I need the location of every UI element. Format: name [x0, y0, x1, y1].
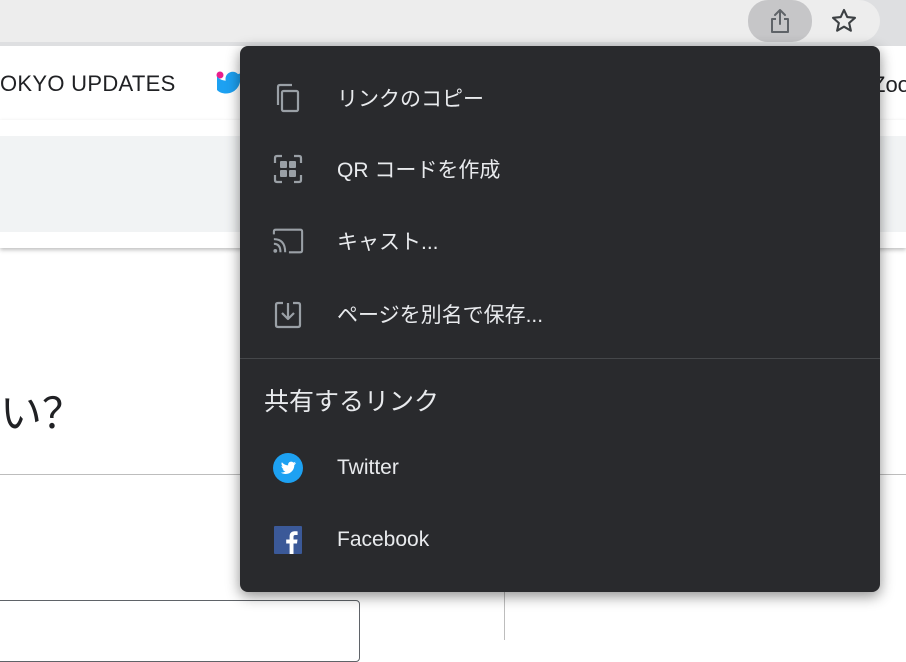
share-section-title: 共有するリンク — [264, 388, 440, 416]
share-target-twitter[interactable]: Twitter — [240, 432, 880, 504]
share-target-facebook[interactable]: Facebook — [240, 504, 880, 576]
menu-item-create-qr[interactable]: QR コードを作成 — [240, 133, 880, 205]
share-target-label: Twitter — [337, 456, 399, 479]
text-input[interactable] — [0, 600, 360, 662]
bookmark-link[interactable]: OKYO UPDATES — [0, 71, 176, 97]
menu-item-label: リンクのコピー — [337, 88, 484, 111]
menu-item-label: キャスト... — [337, 231, 439, 254]
menu-item-label: ページを別名で保存... — [337, 304, 544, 327]
share-icon — [771, 9, 789, 33]
save-page-icon — [272, 298, 304, 330]
twitter-icon — [272, 452, 304, 484]
menu-item-copy-link[interactable]: リンクのコピー — [240, 62, 880, 134]
page-heading: い？ — [0, 390, 85, 437]
menu-item-label: QR コードを作成 — [337, 159, 501, 182]
share-target-label: Facebook — [337, 528, 430, 551]
star-icon — [831, 8, 857, 32]
copy-icon — [272, 82, 304, 114]
browser-toolbar — [0, 0, 906, 46]
facebook-icon — [272, 524, 304, 556]
menu-item-save-page-as[interactable]: ページを別名で保存... — [240, 278, 880, 350]
cast-icon — [272, 225, 304, 257]
menu-separator — [240, 358, 880, 359]
menu-item-cast[interactable]: キャスト... — [240, 205, 880, 277]
qr-code-icon — [272, 153, 304, 185]
share-menu: リンクのコピー QR コードを作成 キャスト... ページを別名で保存... 共… — [240, 46, 880, 592]
bookmark-star-button[interactable] — [822, 2, 866, 40]
share-button[interactable] — [748, 0, 812, 42]
